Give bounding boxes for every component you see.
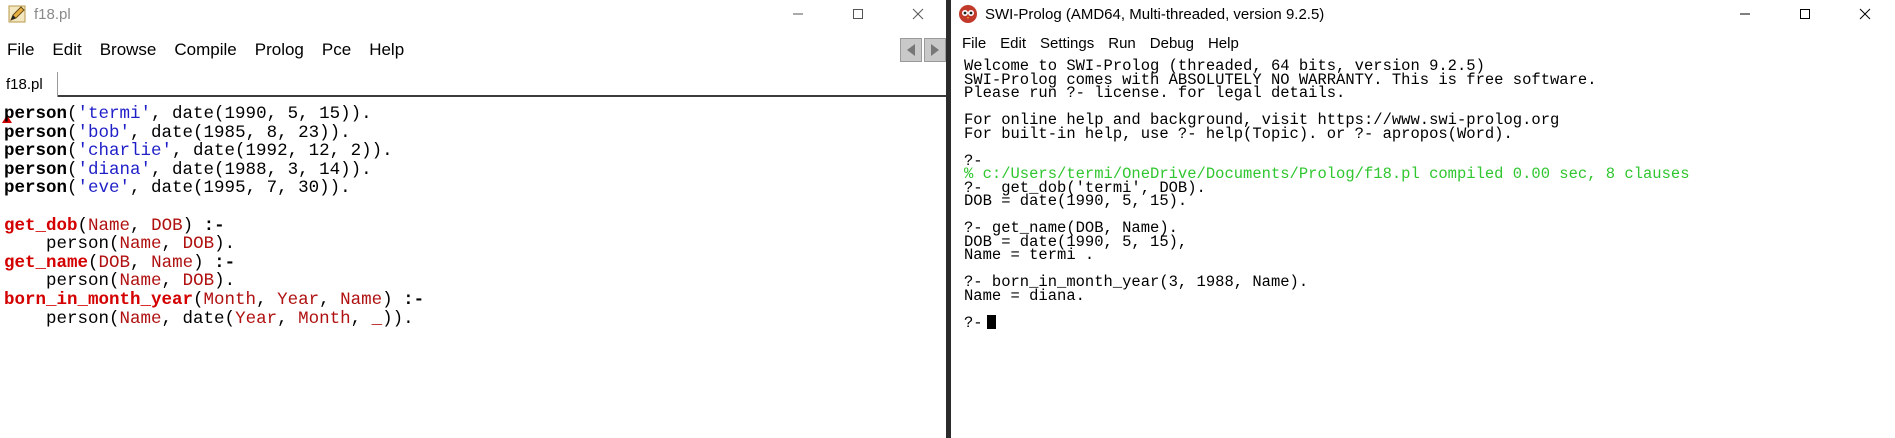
swi-prolog-owl-icon bbox=[957, 3, 979, 25]
code-token: Year bbox=[235, 308, 278, 329]
editor-tab-strip: f18.pl bbox=[0, 72, 948, 97]
console-line: DOB = date(1990, 5, 15). bbox=[964, 192, 1188, 210]
code-token: Name bbox=[119, 308, 162, 329]
code-token: Month bbox=[298, 308, 351, 329]
editor-window-controls bbox=[768, 0, 948, 28]
code-editor[interactable]: person('termi', date(1990, 5, 15)). perso… bbox=[0, 99, 946, 438]
console-output[interactable]: Welcome to SWI-Prolog (threaded, 64 bits… bbox=[964, 58, 1889, 433]
menu-edit[interactable]: Edit bbox=[43, 36, 90, 64]
arrow-right-icon[interactable] bbox=[924, 38, 946, 62]
code-token: person bbox=[4, 178, 68, 199]
console-line: Name = termi . bbox=[964, 246, 1095, 264]
code-token: ( bbox=[67, 178, 78, 199]
maximize-icon[interactable] bbox=[828, 0, 888, 28]
menu-settings[interactable]: Settings bbox=[1033, 32, 1101, 56]
console-menubar: File Edit Settings Run Debug Help bbox=[951, 32, 1895, 56]
menu-help[interactable]: Help bbox=[360, 36, 413, 64]
console-prompt: ?- bbox=[964, 314, 996, 331]
code-token: person( bbox=[4, 308, 120, 329]
code-token: 'eve' bbox=[77, 178, 131, 199]
console-line: Name = diana. bbox=[964, 286, 1085, 305]
menu-browse[interactable]: Browse bbox=[91, 36, 166, 64]
close-icon[interactable] bbox=[1835, 0, 1895, 28]
maximize-icon[interactable] bbox=[1775, 0, 1835, 28]
code-token: )). bbox=[382, 308, 414, 329]
menu-debug[interactable]: Debug bbox=[1143, 32, 1201, 56]
menu-file[interactable]: File bbox=[951, 32, 993, 56]
editor-window: f18.pl File Edit Browse Compile Prolog P… bbox=[0, 0, 948, 438]
code-token: _ bbox=[371, 308, 383, 329]
code-token: , date(1995, 7, 30)). bbox=[130, 178, 351, 199]
menu-help[interactable]: Help bbox=[1201, 32, 1246, 56]
code-token: , date( bbox=[161, 308, 236, 329]
console-window-controls bbox=[1715, 0, 1895, 28]
menu-prolog[interactable]: Prolog bbox=[246, 36, 313, 64]
editor-window-title: f18.pl bbox=[34, 5, 71, 23]
menu-edit[interactable]: Edit bbox=[993, 32, 1033, 56]
menu-pce[interactable]: Pce bbox=[313, 36, 360, 64]
code-token: , bbox=[277, 308, 299, 329]
console-window-title: SWI-Prolog (AMD64, Multi-threaded, versi… bbox=[985, 5, 1325, 23]
navigation-arrows bbox=[900, 38, 946, 62]
tab-f18-pl[interactable]: f18.pl bbox=[0, 72, 58, 97]
code-line: person(Name, date(Year, Month, _)). bbox=[4, 308, 414, 330]
close-icon[interactable] bbox=[888, 0, 948, 28]
minimize-icon[interactable] bbox=[768, 0, 828, 28]
console-titlebar[interactable]: SWI-Prolog (AMD64, Multi-threaded, versi… bbox=[951, 0, 1895, 28]
editor-menubar: File Edit Browse Compile Prolog Pce Help bbox=[0, 36, 948, 64]
console-line: For built-in help, use ?- help(Topic). o… bbox=[964, 124, 1513, 143]
code-token: , bbox=[350, 308, 372, 329]
console-line: Please run ?- license. for legal details… bbox=[964, 84, 1346, 102]
arrow-left-icon[interactable] bbox=[900, 38, 922, 62]
menu-compile[interactable]: Compile bbox=[165, 36, 245, 64]
minimize-icon[interactable] bbox=[1715, 0, 1775, 28]
text-cursor bbox=[986, 314, 996, 329]
menu-run[interactable]: Run bbox=[1101, 32, 1143, 56]
menu-file[interactable]: File bbox=[0, 36, 43, 64]
console-window: SWI-Prolog (AMD64, Multi-threaded, versi… bbox=[951, 0, 1895, 438]
code-line: person('eve', date(1995, 7, 30)). bbox=[4, 177, 351, 199]
pencil-icon bbox=[6, 3, 28, 25]
editor-titlebar[interactable]: f18.pl bbox=[0, 0, 948, 28]
